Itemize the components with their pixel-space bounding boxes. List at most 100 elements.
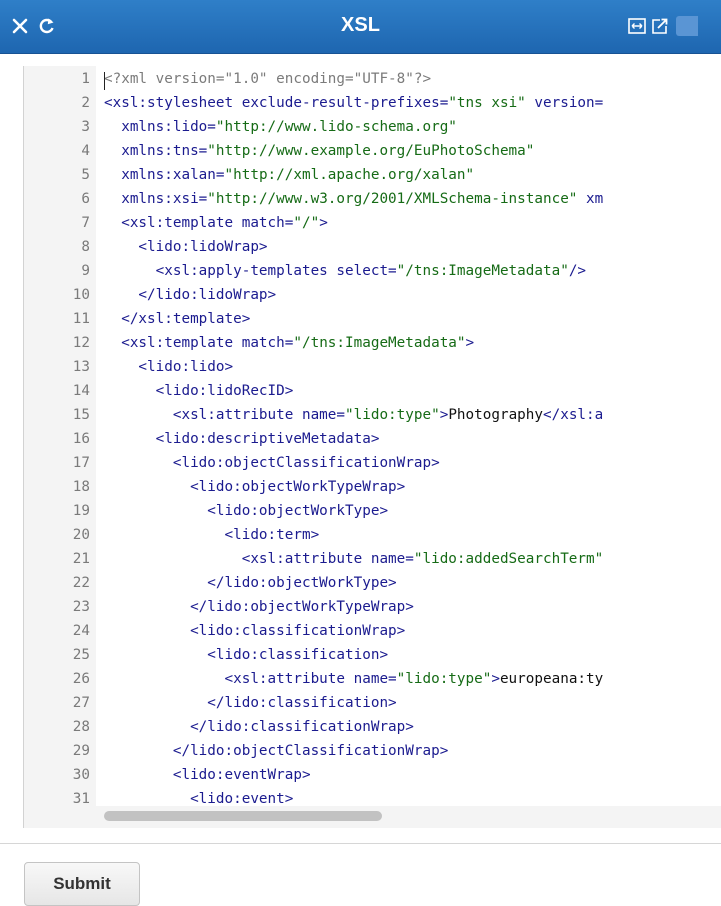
line-number: 9	[81, 263, 90, 279]
code-line: 8 <lido:lidoWrap>	[24, 235, 721, 259]
code-text: <xsl:template match="/tns:ImageMetadata"…	[104, 331, 474, 355]
scrollbar-thumb[interactable]	[104, 811, 382, 821]
share-icon[interactable]	[651, 17, 669, 35]
code-text: xmlns:xsi="http://www.w3.org/2001/XMLSch…	[104, 187, 603, 211]
code-line: 15 <xsl:attribute name="lido:type">Photo…	[24, 403, 721, 427]
xsl-code-editor[interactable]: 1 <?xml version="1.0" encoding="UTF-8"?> 2…	[23, 66, 721, 828]
line-number: 13	[72, 359, 90, 375]
code-text: <xsl:attribute name="lido:type">Photogra…	[104, 403, 603, 427]
code-line: 30 <lido:eventWrap>	[24, 763, 721, 787]
code-token: <xsl:apply-templates select=	[104, 263, 397, 279]
code-text: <lido:objectWorkType>	[104, 499, 388, 523]
code-line: 22 </lido:objectWorkType>	[24, 571, 721, 595]
code-text: </lido:classification>	[104, 691, 397, 715]
text-cursor	[104, 72, 105, 90]
code-token: <lido:event>	[104, 791, 294, 807]
divider	[0, 843, 721, 844]
code-token: "http://www.example.org/EuPhotoSchema"	[207, 143, 535, 159]
code-line: 21 <xsl:attribute name="lido:addedSearch…	[24, 547, 721, 571]
code-line: 10 </lido:lidoWrap>	[24, 283, 721, 307]
code-token: xmlns:tns=	[104, 143, 208, 159]
code-token: <lido:objectClassificationWrap>	[104, 455, 440, 471]
code-text: </lido:classificationWrap>	[104, 715, 414, 739]
horizontal-scrollbar[interactable]	[24, 806, 721, 828]
code-token: <lido:objectWorkType>	[104, 503, 389, 519]
code-token: <xsl:template match=	[104, 335, 294, 351]
code-text: <lido:descriptiveMetadata>	[104, 427, 380, 451]
line-number: 17	[72, 455, 90, 471]
code-token: xmlns:xalan=	[104, 167, 225, 183]
submit-button[interactable]: Submit	[24, 862, 140, 906]
code-token: <xsl:attribute name=	[104, 671, 397, 687]
line-number: 12	[72, 335, 90, 351]
line-number: 14	[72, 383, 90, 399]
line-number: 24	[72, 623, 90, 639]
code-line: 5 xmlns:xalan="http://xml.apache.org/xal…	[24, 163, 721, 187]
line-number: 16	[72, 431, 90, 447]
code-token: <lido:descriptiveMetadata>	[104, 431, 380, 447]
code-line: 7 <xsl:template match="/">	[24, 211, 721, 235]
code-token: <?xml version="1.0" encoding="UTF-8"?>	[104, 71, 432, 87]
code-token: xmlns:xsi=	[104, 191, 208, 207]
line-number: 1	[81, 71, 90, 87]
code-token: "tns xsi"	[448, 95, 526, 111]
code-line: 25 <lido:classification>	[24, 643, 721, 667]
line-number: 5	[81, 167, 90, 183]
line-number: 10	[72, 287, 90, 303]
code-token: "http://www.w3.org/2001/XMLSchema-instan…	[207, 191, 578, 207]
code-line: 24 <lido:classificationWrap>	[24, 619, 721, 643]
code-token: Photography	[448, 407, 543, 423]
line-number: 8	[81, 239, 90, 255]
code-token: "/tns:ImageMetadata"	[396, 263, 569, 279]
code-token: europeana:ty	[499, 671, 604, 687]
code-line: 29 </lido:objectClassificationWrap>	[24, 739, 721, 763]
line-number: 27	[72, 695, 90, 711]
code-token: <xsl:attribute name=	[104, 551, 414, 567]
line-number: 19	[72, 503, 90, 519]
line-number: 22	[72, 575, 90, 591]
code-text: </lido:objectWorkTypeWrap>	[104, 595, 414, 619]
code-token: <lido:eventWrap>	[104, 767, 311, 783]
code-token: "/"	[293, 215, 320, 231]
code-token: </lido:classificationWrap>	[104, 719, 414, 735]
code-text: xmlns:xalan="http://xml.apache.org/xalan…	[104, 163, 474, 187]
line-number: 18	[72, 479, 90, 495]
code-token: </xsl:template>	[104, 311, 251, 327]
code-line: 28 </lido:classificationWrap>	[24, 715, 721, 739]
line-number: 3	[81, 119, 90, 135]
code-token: </xsl:a	[543, 407, 604, 423]
code-text: <lido:term>	[104, 523, 320, 547]
line-number: 28	[72, 719, 90, 735]
line-number: 15	[72, 407, 90, 423]
line-number: 29	[72, 743, 90, 759]
line-number: 7	[81, 215, 90, 231]
code-text: <xsl:template match="/">	[104, 211, 328, 235]
code-token: <xsl:template match=	[104, 215, 294, 231]
code-token: "http://xml.apache.org/xalan"	[224, 167, 475, 183]
expand-icon[interactable]	[628, 18, 646, 34]
code-text: <?xml version="1.0" encoding="UTF-8"?>	[104, 67, 431, 91]
code-token: </lido:classification>	[104, 695, 397, 711]
code-line: 12 <xsl:template match="/tns:ImageMetada…	[24, 331, 721, 355]
code-text: <lido:eventWrap>	[104, 763, 311, 787]
code-token: <lido:objectWorkTypeWrap>	[104, 479, 406, 495]
code-text: <xsl:attribute name="lido:type">european…	[104, 667, 604, 691]
code-line: 13 <lido:lido>	[24, 355, 721, 379]
code-token: </lido:lidoWrap>	[104, 287, 277, 303]
code-line: 1 <?xml version="1.0" encoding="UTF-8"?>	[24, 67, 721, 91]
code-line: 17 <lido:objectClassificationWrap>	[24, 451, 721, 475]
code-line: 4 xmlns:tns="http://www.example.org/EuPh…	[24, 139, 721, 163]
code-token: <lido:term>	[104, 527, 320, 543]
page-title: XSL	[341, 14, 380, 36]
code-text: </lido:objectWorkType>	[104, 571, 396, 595]
code-text: <lido:classification>	[104, 643, 388, 667]
code-token: >	[491, 671, 500, 687]
code-text: <lido:objectClassificationWrap>	[104, 451, 440, 475]
header-toggle[interactable]	[676, 16, 698, 36]
code-token: <xsl:stylesheet exclude-result-prefixes=	[104, 95, 449, 111]
code-token: >	[465, 335, 475, 351]
code-text: </lido:objectClassificationWrap>	[104, 739, 448, 763]
code-text: <xsl:stylesheet exclude-result-prefixes=…	[104, 91, 603, 115]
code-token: </lido:objectWorkTypeWrap>	[104, 599, 414, 615]
code-token: xmlns:lido=	[104, 119, 216, 135]
